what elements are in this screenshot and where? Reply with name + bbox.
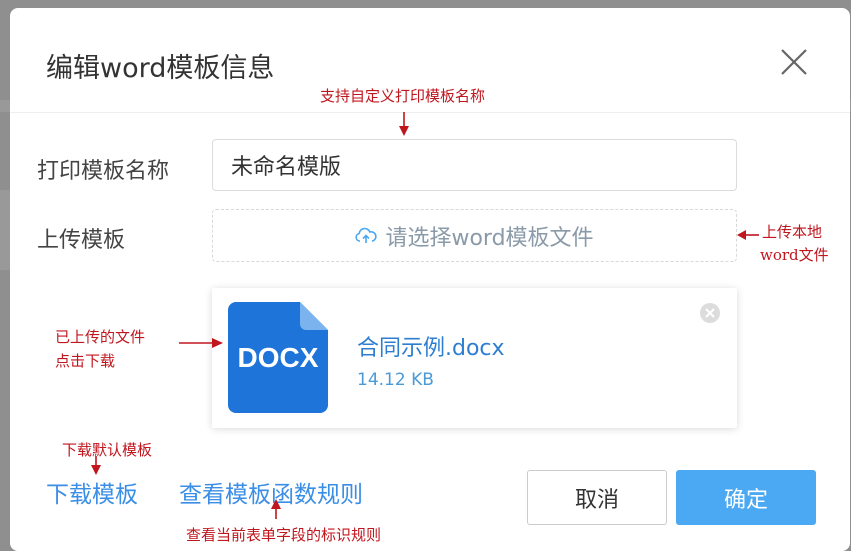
upload-template-label: 上传模板 [37,228,126,253]
close-icon[interactable] [778,46,810,78]
dialog-title: 编辑word模板信息 [46,53,275,84]
annotation-field-rules: 查看当前表单字段的标识规则 [186,526,382,544]
file-name-link[interactable]: 合同示例.docx [357,330,505,362]
annotation-uploaded-1: 已上传的文件 [55,328,146,346]
arrow-up-icon [271,499,281,519]
upload-placeholder-text: 请选择word模板文件 [385,225,594,251]
uploaded-file-card[interactable]: DOCX 合同示例.docx 14.12 KB [212,288,737,428]
cancel-button[interactable]: 取消 [527,470,667,525]
file-size: 14.12 KB [357,370,434,390]
arrow-down-icon [91,456,101,475]
annotation-upload-local-1: 上传本地 [762,223,823,241]
annotation-custom-name: 支持自定义打印模板名称 [320,87,486,105]
header-divider [10,112,850,113]
annotation-download-default: 下载默认模板 [62,441,153,459]
remove-file-icon[interactable] [699,302,721,324]
template-name-input[interactable] [212,139,737,191]
confirm-button[interactable]: 确定 [676,470,816,525]
template-name-label: 打印模板名称 [37,159,170,184]
annotation-upload-local-2: word文件 [760,246,829,264]
docx-file-icon: DOCX [228,302,328,413]
arrow-left-icon [737,230,759,240]
docx-icon-label: DOCX [238,342,319,373]
arrow-down-icon [399,112,409,136]
arrow-right-icon [179,338,223,348]
cloud-upload-icon [355,227,378,243]
upload-dropzone[interactable]: 请选择word模板文件 [212,209,737,262]
download-template-link[interactable]: 下载模板 [46,475,138,509]
annotation-uploaded-2: 点击下载 [55,352,116,370]
